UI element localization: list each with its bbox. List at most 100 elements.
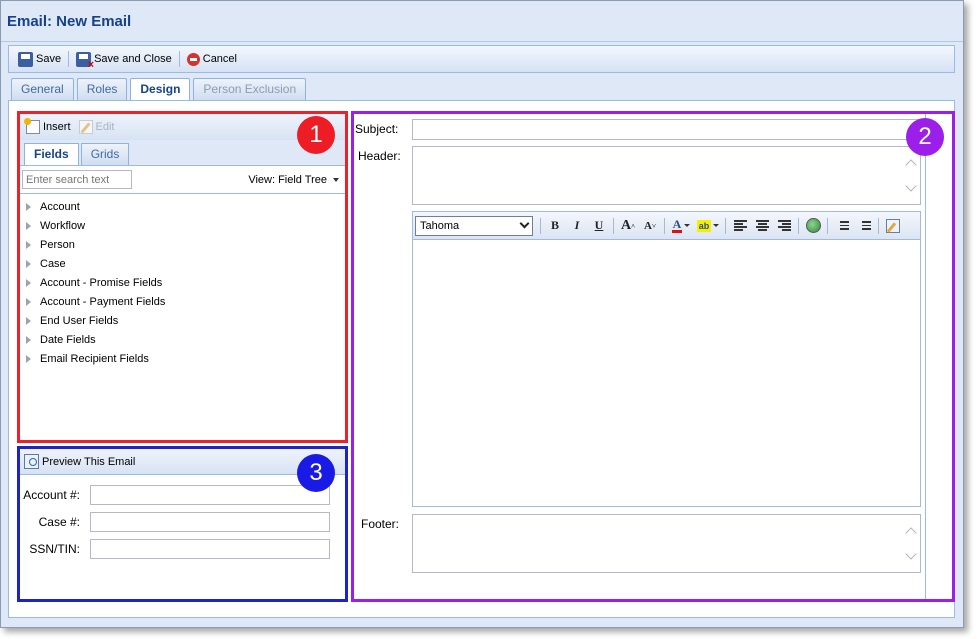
expand-arrow-icon[interactable] xyxy=(26,259,31,268)
save-and-close-label: Save and Close xyxy=(94,53,172,65)
unordered-list-icon xyxy=(857,221,871,230)
header-label: Header: xyxy=(358,149,401,163)
font-family-select[interactable]: Tahoma xyxy=(415,215,533,236)
footer-field[interactable] xyxy=(412,514,921,573)
insert-image-button[interactable] xyxy=(802,216,824,236)
expand-arrow-icon[interactable] xyxy=(26,278,31,287)
main-tabs: General Roles Design Person Exclusion xyxy=(11,78,309,101)
preview-icon xyxy=(24,454,39,469)
tree-node[interactable]: Account xyxy=(20,197,345,216)
expand-arrow-icon[interactable] xyxy=(26,335,31,344)
header-scrollbar[interactable] xyxy=(903,147,920,204)
tree-node-label: Account xyxy=(40,200,80,213)
insert-button[interactable]: Insert xyxy=(24,116,75,138)
align-right-button[interactable] xyxy=(773,216,795,236)
ssn-tin-field[interactable] xyxy=(90,539,330,559)
scroll-up-icon[interactable] xyxy=(905,527,917,539)
tab-grids[interactable]: Grids xyxy=(80,143,130,165)
align-left-button[interactable] xyxy=(729,216,751,236)
insert-icon xyxy=(24,118,40,134)
tab-person-exclusion[interactable]: Person Exclusion xyxy=(193,78,307,100)
window-title: Email: New Email xyxy=(7,13,132,30)
callout-badge-1: 1 xyxy=(297,116,335,154)
unordered-list-button[interactable] xyxy=(853,216,875,236)
case-number-field[interactable] xyxy=(90,512,330,532)
ssn-tin-row: SSN/TIN: xyxy=(20,539,330,559)
toolbar-divider xyxy=(827,217,828,234)
save-icon xyxy=(18,51,33,67)
chevron-down-icon xyxy=(333,177,339,182)
edit-button[interactable]: Edit xyxy=(75,116,119,138)
toolbar-divider xyxy=(68,51,70,67)
align-left-icon xyxy=(733,220,747,231)
ordered-list-icon xyxy=(835,221,849,230)
fields-tabs: Fields Grids xyxy=(20,140,345,166)
expand-arrow-icon[interactable] xyxy=(26,240,31,249)
expand-arrow-icon[interactable] xyxy=(26,316,31,325)
tree-node[interactable]: Email Recipient Fields xyxy=(20,349,345,368)
account-number-label: Account #: xyxy=(23,488,80,502)
grow-font-button[interactable]: A ˄ xyxy=(617,216,639,236)
header-field[interactable] xyxy=(412,146,921,205)
tree-node[interactable]: Workflow xyxy=(20,216,345,235)
footer-scrollbar[interactable] xyxy=(903,515,920,572)
source-edit-button[interactable] xyxy=(882,216,904,236)
tree-node-label: Email Recipient Fields xyxy=(40,352,149,365)
tab-fields[interactable]: Fields xyxy=(24,143,79,165)
tree-node[interactable]: Date Fields xyxy=(20,330,345,349)
expand-arrow-icon[interactable] xyxy=(26,297,31,306)
tree-node[interactable]: End User Fields xyxy=(20,311,345,330)
field-search-input[interactable] xyxy=(22,170,132,189)
toolbar-divider xyxy=(664,217,665,234)
account-number-field[interactable] xyxy=(90,485,330,505)
highlight-icon: ab xyxy=(696,219,712,232)
align-center-button[interactable] xyxy=(751,216,773,236)
editor-divider xyxy=(925,114,926,599)
save-close-icon xyxy=(76,51,94,71)
scroll-down-icon[interactable] xyxy=(905,548,917,560)
toolbar-divider xyxy=(613,217,614,234)
chevron-down-icon xyxy=(684,224,691,227)
shrink-font-button[interactable]: A ˅ xyxy=(639,216,661,236)
tree-node-label: Account - Promise Fields xyxy=(40,276,163,289)
view-selector[interactable]: View: Field Tree xyxy=(248,174,339,186)
ordered-list-button[interactable] xyxy=(831,216,853,236)
font-color-button[interactable]: A xyxy=(668,216,694,236)
save-button[interactable]: Save xyxy=(13,48,66,70)
cancel-button-label: Cancel xyxy=(202,53,237,65)
tree-node-label: Case xyxy=(40,257,66,270)
cancel-button[interactable]: Cancel xyxy=(182,48,242,70)
toolbar-divider xyxy=(878,217,879,234)
toolbar-divider xyxy=(178,51,180,67)
subject-label: Subject: xyxy=(355,122,399,136)
account-number-row: Account #: xyxy=(20,485,330,505)
callout-badge-3: 3 xyxy=(297,454,335,492)
bold-button[interactable]: B xyxy=(544,216,566,236)
tab-design[interactable]: Design xyxy=(130,78,191,101)
tree-node[interactable]: Case xyxy=(20,254,345,273)
ssn-tin-label: SSN/TIN: xyxy=(29,542,80,556)
chevron-down-icon xyxy=(519,218,530,229)
source-edit-icon xyxy=(886,218,900,233)
save-and-close-button[interactable]: Save and Close xyxy=(71,48,177,71)
italic-button[interactable]: I xyxy=(566,216,588,236)
expand-arrow-icon[interactable] xyxy=(26,202,31,211)
tree-node-label: Person xyxy=(40,238,75,251)
chevron-down-icon xyxy=(713,224,720,227)
tree-node[interactable]: Account - Payment Fields xyxy=(20,292,345,311)
highlight-button[interactable]: ab xyxy=(694,216,722,236)
scroll-down-icon[interactable] xyxy=(905,180,917,192)
tab-roles[interactable]: Roles xyxy=(76,78,128,100)
tree-node[interactable]: Person xyxy=(20,235,345,254)
body-editor[interactable]: Tahoma B I U A ˄ A ˅ A ab xyxy=(412,211,921,507)
save-button-label: Save xyxy=(36,53,62,65)
toolbar-divider xyxy=(798,217,799,234)
tab-general[interactable]: General xyxy=(11,78,74,100)
tree-node[interactable]: Account - Promise Fields xyxy=(20,273,345,292)
expand-arrow-icon[interactable] xyxy=(26,354,31,363)
scroll-up-icon[interactable] xyxy=(905,159,917,171)
expand-arrow-icon[interactable] xyxy=(26,221,31,230)
subject-field[interactable] xyxy=(412,119,921,140)
underline-button[interactable]: U xyxy=(588,216,610,236)
case-number-label: Case #: xyxy=(38,515,80,529)
